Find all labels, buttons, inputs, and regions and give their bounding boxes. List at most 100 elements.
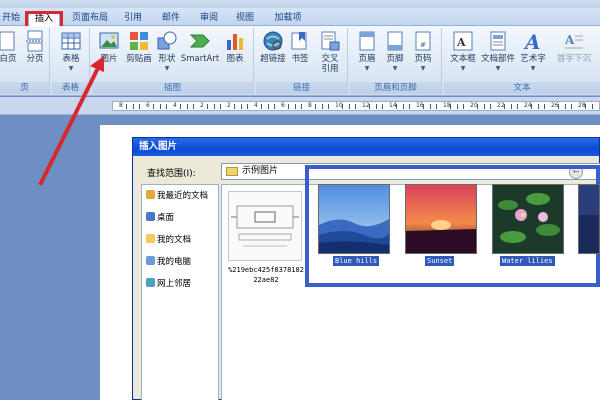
ruler-tick — [564, 104, 566, 109]
clipart-label: 剪贴画 — [126, 54, 152, 64]
page-number-icon: # — [415, 31, 431, 51]
sunset-image — [406, 185, 476, 253]
tab-home[interactable]: 开始 — [0, 11, 22, 26]
shapes-dropdown-icon: ▼ — [164, 65, 170, 72]
footer-button[interactable]: 页脚 ▼ — [382, 30, 408, 74]
header-button[interactable]: 页眉 ▼ — [354, 30, 380, 74]
place-my-documents[interactable]: 我的文档 — [146, 233, 191, 247]
picture-icon — [99, 32, 119, 49]
page-break-button[interactable]: 分页 — [22, 30, 48, 64]
cross-reference-button[interactable]: 交叉引用 — [316, 30, 344, 74]
textbox-dropdown-icon: ▼ — [460, 65, 466, 72]
ruler-tick — [537, 104, 539, 109]
picture-label: 图片 — [100, 54, 118, 64]
ruler-tick — [449, 104, 451, 109]
quick-parts-icon — [490, 31, 506, 51]
smartart-icon — [189, 34, 210, 48]
shapes-icon — [157, 31, 177, 50]
hyperlink-label: 超链接 — [260, 54, 286, 64]
file-thumbnail-diagram[interactable] — [228, 191, 302, 261]
ruler-tick — [240, 104, 242, 109]
group-links: 超链接 书签 交叉引用 链接 — [256, 28, 348, 94]
ruler-tick — [422, 104, 424, 109]
ruler-tick — [395, 104, 397, 109]
photo-blue-hills[interactable] — [318, 184, 390, 254]
photo-partial[interactable] — [578, 184, 600, 254]
ruler-tick — [247, 104, 249, 109]
ruler-tick — [260, 104, 262, 109]
ruler-tick — [341, 104, 343, 109]
ruler-tick — [510, 104, 512, 109]
smartart-button[interactable]: SmartArt — [180, 30, 220, 64]
ruler-tick — [274, 104, 276, 109]
ruler-tick — [193, 104, 195, 109]
cross-reference-label: 交叉引用 — [321, 54, 339, 74]
ruler-tick — [301, 104, 303, 109]
hyperlink-icon — [263, 31, 283, 51]
chart-button[interactable]: 图表 — [222, 30, 248, 64]
ruler-tick — [233, 104, 235, 109]
ruler-number: 4 — [254, 102, 258, 109]
page-number-button[interactable]: # 页码 ▼ — [410, 30, 436, 74]
textbox-button[interactable]: A 文本框 ▼ — [448, 30, 478, 74]
smartart-label: SmartArt — [180, 54, 220, 64]
place-recent-documents[interactable]: 我最近的文档 — [146, 189, 208, 203]
ruler-number: 6 — [146, 102, 150, 109]
ruler-tick — [368, 104, 370, 109]
ruler-tick — [409, 104, 411, 109]
tab-mailings[interactable]: 邮件 — [158, 11, 184, 26]
place-desktop[interactable]: 桌面 — [146, 211, 174, 225]
wordart-button[interactable]: A 艺术字 ▼ — [518, 30, 548, 74]
clipart-button[interactable]: 剪贴画 — [124, 30, 154, 64]
desktop-icon — [146, 212, 155, 221]
page-number-dropdown-icon: ▼ — [420, 65, 426, 72]
ruler-tick — [476, 104, 478, 109]
horizontal-ruler[interactable]: 8 6 4 2 2 4 6 8 10 12 14 16 18 20 22 24 26 28 — [0, 97, 600, 115]
ruler-tick — [463, 104, 465, 109]
bookmark-button[interactable]: 书签 — [288, 30, 312, 64]
table-icon — [61, 32, 81, 50]
tab-references[interactable]: 引用 — [120, 11, 146, 26]
chart-label: 图表 — [226, 54, 244, 64]
place-my-computer[interactable]: 我的电脑 — [146, 255, 191, 269]
my-computer-icon — [146, 256, 155, 265]
quick-parts-button[interactable]: 文档部件 ▼ — [480, 30, 516, 74]
place-label: 桌面 — [157, 213, 175, 223]
ruler-tick — [159, 104, 161, 109]
diagram-file-name[interactable]: %219ebc425f837818222ae82 — [226, 265, 306, 285]
svg-text:A: A — [456, 36, 466, 49]
tab-addins[interactable]: 加载项 — [270, 11, 306, 26]
ruler-tick — [152, 104, 154, 109]
photo-sunset[interactable] — [405, 184, 477, 254]
picture-button[interactable]: 图片 — [96, 30, 122, 64]
blank-page-button[interactable]: 白页 — [0, 30, 20, 64]
drop-cap-button[interactable]: A 首字下沉 — [550, 30, 598, 64]
svg-text:#: # — [420, 41, 426, 49]
diagram-thumbnail-image — [231, 205, 299, 247]
partial-photo-image — [579, 185, 599, 253]
page-number-label: 页码 — [414, 54, 432, 64]
ruler-tick — [294, 104, 296, 109]
tab-review[interactable]: 审阅 — [196, 11, 222, 26]
bookmark-label: 书签 — [291, 54, 309, 64]
photo-label-water-lilies: Water lilies — [500, 256, 555, 266]
shapes-button[interactable]: 形状 ▼ — [156, 30, 178, 74]
group-tables: 表格 ▼ 表格 — [52, 28, 90, 94]
tab-view[interactable]: 视图 — [232, 11, 258, 26]
blue-hills-image — [319, 185, 389, 253]
photo-water-lilies[interactable] — [492, 184, 564, 254]
group-text: A 文本框 ▼ 文档部件 ▼ A 艺术字 ▼ A 首字下沉 文本 — [444, 28, 600, 94]
table-button[interactable]: 表格 ▼ — [56, 30, 86, 74]
ribbon-tabs: 开始 插入 页面布局 引用 邮件 审阅 视图 加载项 — [0, 8, 600, 35]
places-bar: 我最近的文档 桌面 我的文档 我的电脑 网上邻居 — [141, 184, 219, 400]
hyperlink-button[interactable]: 超链接 — [258, 30, 288, 64]
textbox-icon: A — [453, 31, 473, 51]
tab-page-layout[interactable]: 页面布局 — [70, 11, 110, 26]
ruler-tick — [220, 104, 222, 109]
place-network[interactable]: 网上邻居 — [146, 277, 191, 291]
group-pages: 白页 分页 页 — [0, 28, 50, 94]
ruler-tick — [557, 104, 559, 109]
shapes-label: 形状 — [158, 54, 176, 64]
ruler-tick — [490, 104, 492, 109]
ruler-tick — [206, 104, 208, 109]
